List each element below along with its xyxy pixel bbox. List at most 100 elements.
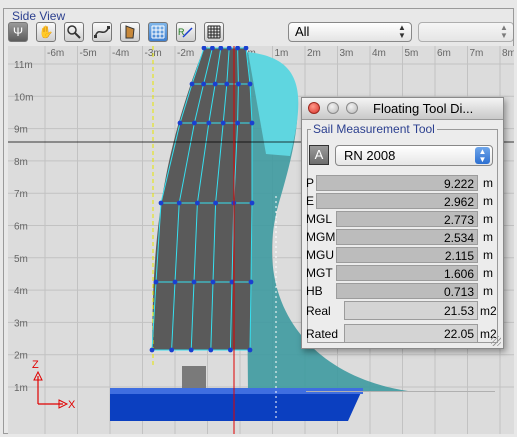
area-label: Real — [306, 304, 331, 318]
y-tick-label: 2m — [14, 351, 28, 362]
area-unit: m2 — [480, 304, 497, 318]
updown-arrows-icon: ▲ ▼ — [398, 23, 406, 40]
y-tick-label: 8m — [14, 157, 28, 168]
view-select-value: All — [295, 24, 310, 39]
updown-arrows-icon: ▲ ▼ — [500, 23, 508, 40]
keel — [182, 366, 206, 390]
x-tick-label: 1m — [275, 48, 289, 59]
sail-shape-icon[interactable] — [120, 22, 140, 42]
area-value-field: 21.53 — [344, 301, 478, 320]
y-tick-label: 10m — [14, 92, 33, 103]
measurement-row-mgl: MGL 2.773 m — [306, 211, 498, 228]
measurement-value-field: 2.773 — [336, 211, 478, 227]
rule-standard-select[interactable]: RN 2008 ▲ ▼ — [335, 145, 493, 166]
dialog-title-bar[interactable]: Floating Tool Di... — [302, 98, 503, 120]
x-axis-label: X — [68, 399, 76, 411]
measurement-value-field: 2.534 — [336, 229, 478, 245]
measurement-value-field: 9.222 — [316, 175, 478, 191]
measurement-label: MGL — [306, 212, 333, 226]
x-tick-label: -5m — [80, 48, 97, 59]
view-select[interactable]: All ▲ ▼ — [288, 22, 412, 42]
y-tick-label: 7m — [14, 189, 28, 200]
y-tick-label: 4m — [14, 286, 28, 297]
x-tick-label: -6m — [47, 48, 64, 59]
mesh-node — [192, 120, 197, 126]
measurement-value: 2.773 — [443, 213, 474, 227]
side-view-title: Side View — [10, 9, 68, 23]
measurement-row-mgt: MGT 1.606 m — [306, 265, 498, 282]
zoom-button[interactable] — [346, 102, 358, 114]
measurement-label: MGM — [306, 230, 336, 244]
x-tick-label: 2m — [307, 48, 321, 59]
measurement-label: P — [306, 176, 315, 190]
measurement-unit: m — [483, 248, 493, 262]
mesh-node — [169, 347, 175, 353]
close-button[interactable] — [308, 102, 320, 114]
sail-measurement-title: Sail Measurement Tool — [311, 122, 437, 136]
floating-tool-dialog[interactable]: Floating Tool Di... Sail Measurement Too… — [301, 97, 504, 392]
mesh-node — [228, 347, 233, 353]
x-tick-label: -4m — [112, 48, 129, 59]
area-value-field: 22.05 — [344, 324, 478, 343]
mesh-node — [235, 120, 241, 126]
measurement-label: E — [306, 194, 315, 208]
mesh-node — [195, 200, 200, 206]
area-row-real: Real 21.53 m2 — [306, 301, 498, 321]
area-value: 22.05 — [443, 327, 474, 341]
measurement-row-mgu: MGU 2.115 m — [306, 247, 498, 264]
minimize-button[interactable] — [327, 102, 339, 114]
measurement-value: 1.606 — [443, 267, 474, 281]
mesh-node — [206, 120, 212, 126]
mesh-node — [248, 279, 254, 285]
resize-grip-icon[interactable] — [491, 336, 501, 346]
hand-pan-icon[interactable]: ✋ — [36, 22, 56, 42]
zoom-magnifier-icon[interactable] — [64, 22, 84, 42]
mesh-node — [249, 120, 255, 126]
measurement-value: 2.115 — [444, 249, 474, 263]
area-row-rated: Rated 22.05 m2 — [306, 324, 498, 344]
mesh-node — [208, 347, 214, 353]
measure-tool-icon[interactable]: R — [176, 22, 196, 42]
x-tick-label: 8m — [502, 48, 514, 59]
sail-grid-icon[interactable] — [148, 22, 168, 42]
y-tick-label: 1m — [14, 383, 28, 394]
rule-standard-value: RN 2008 — [344, 148, 396, 163]
mesh-node — [188, 347, 194, 353]
measurement-value-field: 0.713 — [336, 283, 478, 299]
measurement-row-p: P 9.222 m — [306, 175, 498, 192]
mesh-node — [177, 120, 183, 126]
y-tick-label: 6m — [14, 222, 28, 233]
mesh-node — [153, 279, 159, 285]
measurement-row-hb: HB 0.713 m — [306, 283, 498, 300]
y-tick-label: 5m — [14, 254, 28, 265]
grid-toggle-icon[interactable] — [204, 22, 224, 42]
mesh-node — [201, 81, 207, 87]
mesh-node — [158, 200, 164, 206]
area-label: Rated — [306, 327, 339, 341]
mesh-node — [172, 279, 178, 285]
measurement-value: 2.534 — [443, 231, 474, 245]
area-value: 21.53 — [443, 304, 474, 318]
secondary-select[interactable]: ▲ ▼ — [418, 22, 514, 42]
curve-edit-icon[interactable] — [92, 22, 112, 42]
measurement-unit: m — [483, 212, 493, 226]
x-tick-label: 6m — [437, 48, 451, 59]
updown-arrows-icon: ▲ ▼ — [475, 147, 490, 164]
x-tick-label: 5m — [405, 48, 419, 59]
mesh-node — [176, 200, 182, 206]
dialog-title: Floating Tool Di... — [373, 101, 474, 116]
measurement-value-field: 1.606 — [336, 265, 478, 281]
x-axis-ticks: -6m-5m-4m-3m-2m-1m0m1m2m3m4m5m6m7m8m — [47, 48, 514, 59]
main-sail — [152, 48, 253, 350]
mesh-node — [224, 81, 230, 87]
measurement-value-field: 2.115 — [336, 247, 478, 263]
mesh-node — [189, 81, 195, 87]
measurement-value: 0.713 — [443, 285, 474, 299]
mesh-node — [210, 279, 216, 285]
a-button[interactable]: A — [309, 145, 329, 165]
measurement-unit: m — [483, 176, 493, 190]
mesh-node — [236, 81, 241, 87]
select-tool-icon[interactable]: Ψ — [8, 22, 28, 42]
measurement-label: MGT — [306, 266, 333, 280]
measurement-unit: m — [483, 194, 493, 208]
